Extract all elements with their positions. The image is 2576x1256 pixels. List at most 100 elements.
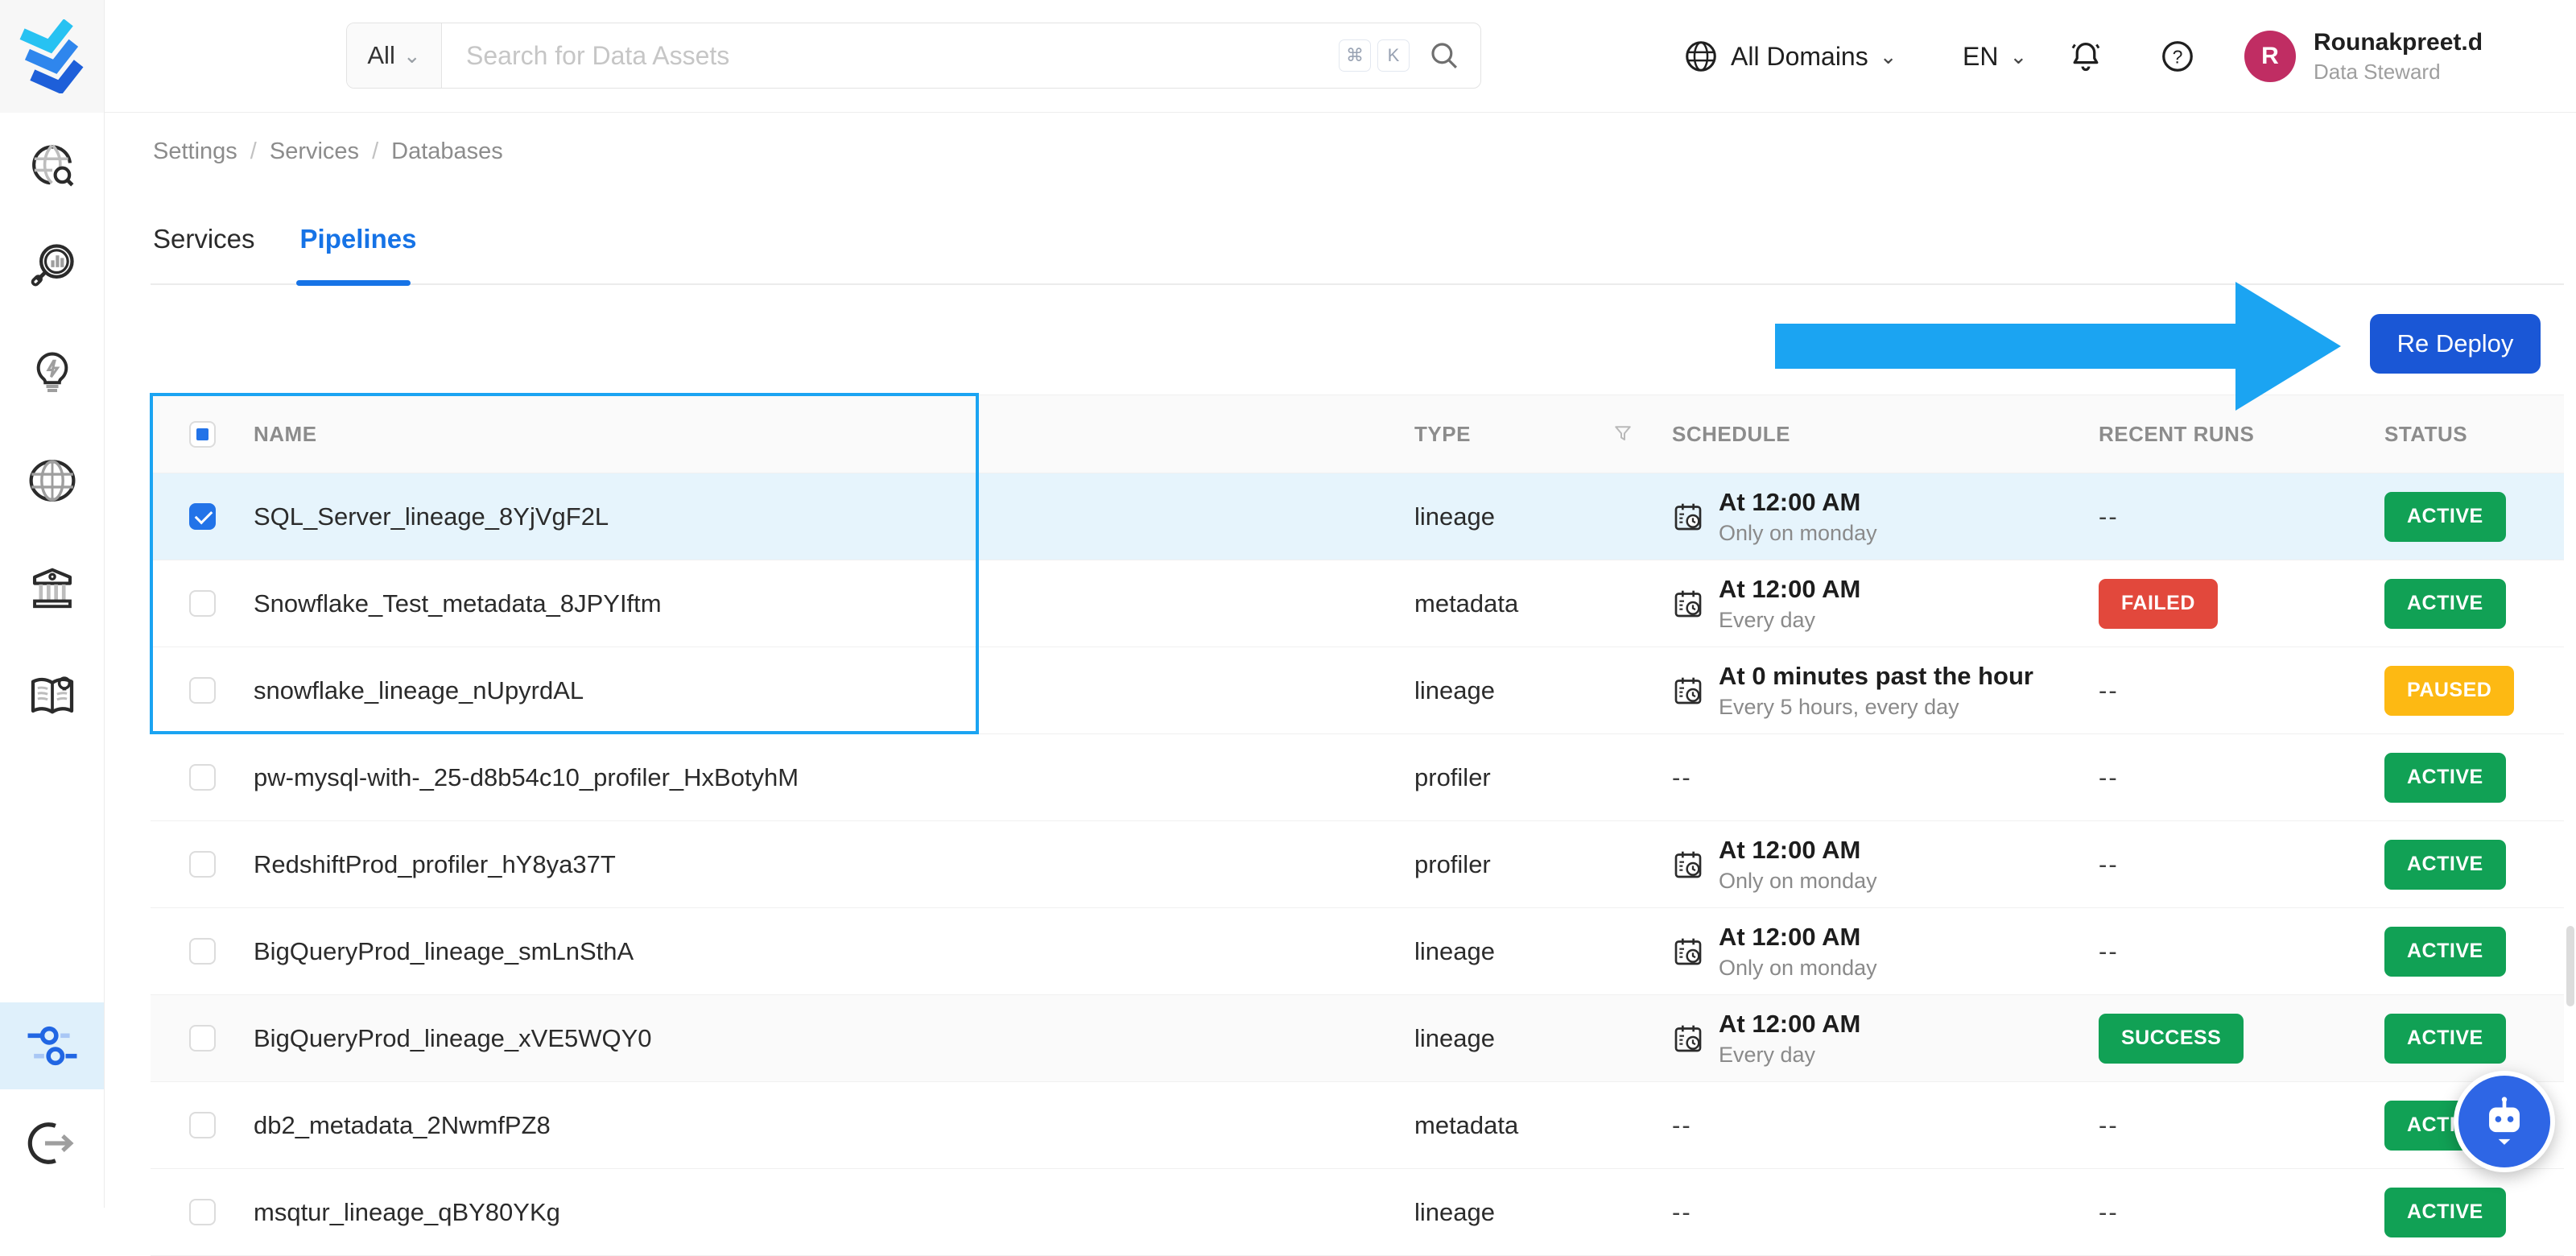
sidebar-item-domains[interactable] <box>0 437 104 524</box>
row-checkbox[interactable] <box>188 938 216 965</box>
chevron-down-icon: ⌄ <box>402 43 421 68</box>
schedule-cell: At 12:00 AM Every day <box>1672 575 1860 633</box>
redeploy-button[interactable]: Re Deploy <box>2370 314 2541 374</box>
pipeline-name[interactable]: pw-mysql-with-_25-d8b54c10_profiler_HxBo… <box>254 763 799 792</box>
recent-run-badge[interactable]: FAILED <box>2099 578 2218 629</box>
global-search: All ⌄ ⌘ K <box>346 23 1481 89</box>
pipeline-name[interactable]: db2_metadata_2NwmfPZ8 <box>254 1111 551 1140</box>
globe-icon <box>1686 41 1716 72</box>
pipeline-type: lineage <box>1414 676 1495 704</box>
schedule-time: At 12:00 AM <box>1719 922 1861 951</box>
scrollbar-thumb[interactable] <box>2566 926 2574 1006</box>
calendar-clock-icon <box>1674 851 1702 878</box>
row-checkbox[interactable] <box>188 1112 216 1138</box>
table-row[interactable]: BigQueryProd_lineage_smLnSthA lineage At… <box>151 908 2564 995</box>
row-checkbox[interactable] <box>188 851 216 878</box>
pipeline-type: lineage <box>1414 1023 1495 1052</box>
pipeline-name[interactable]: RedshiftProd_profiler_hY8ya37T <box>254 850 616 879</box>
logout-icon <box>27 1122 74 1164</box>
recent-run-empty: -- <box>2099 502 2119 531</box>
robot-icon <box>2489 1097 2520 1145</box>
openmetadata-logo-icon <box>19 19 83 93</box>
sidebar-item-settings[interactable] <box>0 1002 104 1089</box>
domain-selector[interactable]: All Domains ⌄ <box>1682 0 1897 113</box>
schedule-cell: At 12:00 AM Every day <box>1672 1010 1860 1068</box>
sidebar-item-logout[interactable] <box>0 1100 104 1187</box>
search-scope-value: All <box>367 41 395 69</box>
pipeline-name[interactable]: Snowflake_Test_metadata_8JPYIftm <box>254 589 662 618</box>
schedule-cell: At 12:00 AM Only on monday <box>1672 836 1877 894</box>
col-header-status: STATUS <box>2384 421 2468 446</box>
pipeline-name[interactable]: BigQueryProd_lineage_smLnSthA <box>254 937 634 966</box>
pipeline-name[interactable]: msqtur_lineage_qBY80YKg <box>254 1198 560 1227</box>
recent-run-empty: -- <box>2099 936 2119 965</box>
user-menu[interactable]: R Rounakpreet.d Data Steward ⌄ <box>2244 0 2576 113</box>
table-row[interactable]: RedshiftProd_profiler_hY8ya37T profiler … <box>151 821 2564 908</box>
schedule-cell: At 0 minutes past the hour Every 5 hours… <box>1672 662 2033 720</box>
schedule-empty: -- <box>1672 762 1692 791</box>
breadcrumb-databases[interactable]: Databases <box>391 138 503 165</box>
tab-services[interactable]: Services <box>153 224 255 277</box>
table-row[interactable]: db2_metadata_2NwmfPZ8 metadata -- -- ACT… <box>151 1082 2564 1169</box>
calendar-clock-icon <box>1674 590 1702 617</box>
search-input[interactable] <box>442 40 1339 71</box>
table-row[interactable]: msqtur_lineage_qBY80YKg lineage -- -- AC… <box>151 1169 2564 1256</box>
chatbot-button[interactable] <box>2454 1071 2555 1172</box>
recent-run-empty: -- <box>2099 1197 2119 1226</box>
row-checkbox[interactable] <box>188 1025 216 1051</box>
chevron-down-icon: ⌄ <box>2009 44 2028 68</box>
row-checkbox[interactable] <box>188 590 216 617</box>
top-bar: All ⌄ ⌘ K All Domains ⌄ EN ⌄ <box>105 0 2576 113</box>
domains-icon <box>29 460 75 502</box>
pipeline-type: metadata <box>1414 1110 1519 1139</box>
glossary-icon <box>31 676 73 714</box>
tab-pipelines[interactable]: Pipelines <box>300 224 417 277</box>
sidebar-item-glossary[interactable] <box>0 652 104 739</box>
pipeline-type: lineage <box>1414 502 1495 531</box>
schedule-frequency: Every day <box>1719 1042 1816 1067</box>
schedule-frequency: Every 5 hours, every day <box>1719 694 1959 719</box>
calendar-clock-icon <box>1674 503 1702 530</box>
notifications-button[interactable] <box>2067 0 2104 113</box>
sidebar-item-govern[interactable] <box>0 545 104 632</box>
k-key-badge: K <box>1377 39 1410 72</box>
recent-run-badge[interactable]: SUCCESS <box>2099 1013 2244 1064</box>
type-filter-icon[interactable] <box>1611 422 1635 446</box>
pipeline-name[interactable]: snowflake_lineage_nUpyrdAL <box>254 676 584 705</box>
pipeline-name[interactable]: SQL_Server_lineage_8YjVgF2L <box>254 502 609 531</box>
breadcrumb-services[interactable]: Services <box>270 138 359 165</box>
help-icon: ? <box>2162 41 2193 72</box>
row-checkbox[interactable] <box>188 1199 216 1225</box>
breadcrumb-settings[interactable]: Settings <box>153 138 237 165</box>
row-checkbox[interactable] <box>188 677 216 704</box>
table-row[interactable]: pw-mysql-with-_25-d8b54c10_profiler_HxBo… <box>151 734 2564 821</box>
status-badge: ACTIVE <box>2384 1187 2506 1237</box>
pipeline-name[interactable]: BigQueryProd_lineage_xVE5WQY0 <box>254 1024 652 1053</box>
recent-run-empty: -- <box>2099 762 2119 791</box>
search-icon[interactable] <box>1427 39 1461 72</box>
sidebar-item-explore[interactable] <box>0 122 104 209</box>
language-selector[interactable]: EN ⌄ <box>1963 0 2027 113</box>
cmd-key-badge: ⌘ <box>1339 39 1371 72</box>
search-scope-select[interactable]: All ⌄ <box>347 23 442 88</box>
govern-icon <box>32 568 72 609</box>
schedule-frequency: Every day <box>1719 607 1816 632</box>
sidebar-item-insights[interactable] <box>0 328 104 415</box>
tab-divider <box>151 283 2564 285</box>
select-all-checkbox[interactable] <box>188 420 216 448</box>
schedule-empty: -- <box>1672 1197 1692 1226</box>
row-checkbox[interactable] <box>188 503 216 530</box>
calendar-clock-icon <box>1674 677 1702 704</box>
table-row[interactable]: Snowflake_Test_metadata_8JPYIftm metadat… <box>151 560 2564 647</box>
row-checkbox[interactable] <box>188 764 216 791</box>
sidebar-item-observability[interactable] <box>0 222 104 309</box>
table-row[interactable]: snowflake_lineage_nUpyrdAL lineage At 0 … <box>151 647 2564 734</box>
pipeline-table-rows: SQL_Server_lineage_8YjVgF2L lineage At 1… <box>151 473 2564 1256</box>
table-row[interactable]: SQL_Server_lineage_8YjVgF2L lineage At 1… <box>151 473 2564 560</box>
table-row[interactable]: BigQueryProd_lineage_xVE5WQY0 lineage At… <box>151 995 2564 1082</box>
user-role: Data Steward <box>2314 59 2441 84</box>
settings-icon <box>27 1026 76 1066</box>
app-logo[interactable] <box>0 0 104 113</box>
help-button[interactable]: ? <box>2159 0 2196 113</box>
pipeline-type: profiler <box>1414 762 1491 791</box>
